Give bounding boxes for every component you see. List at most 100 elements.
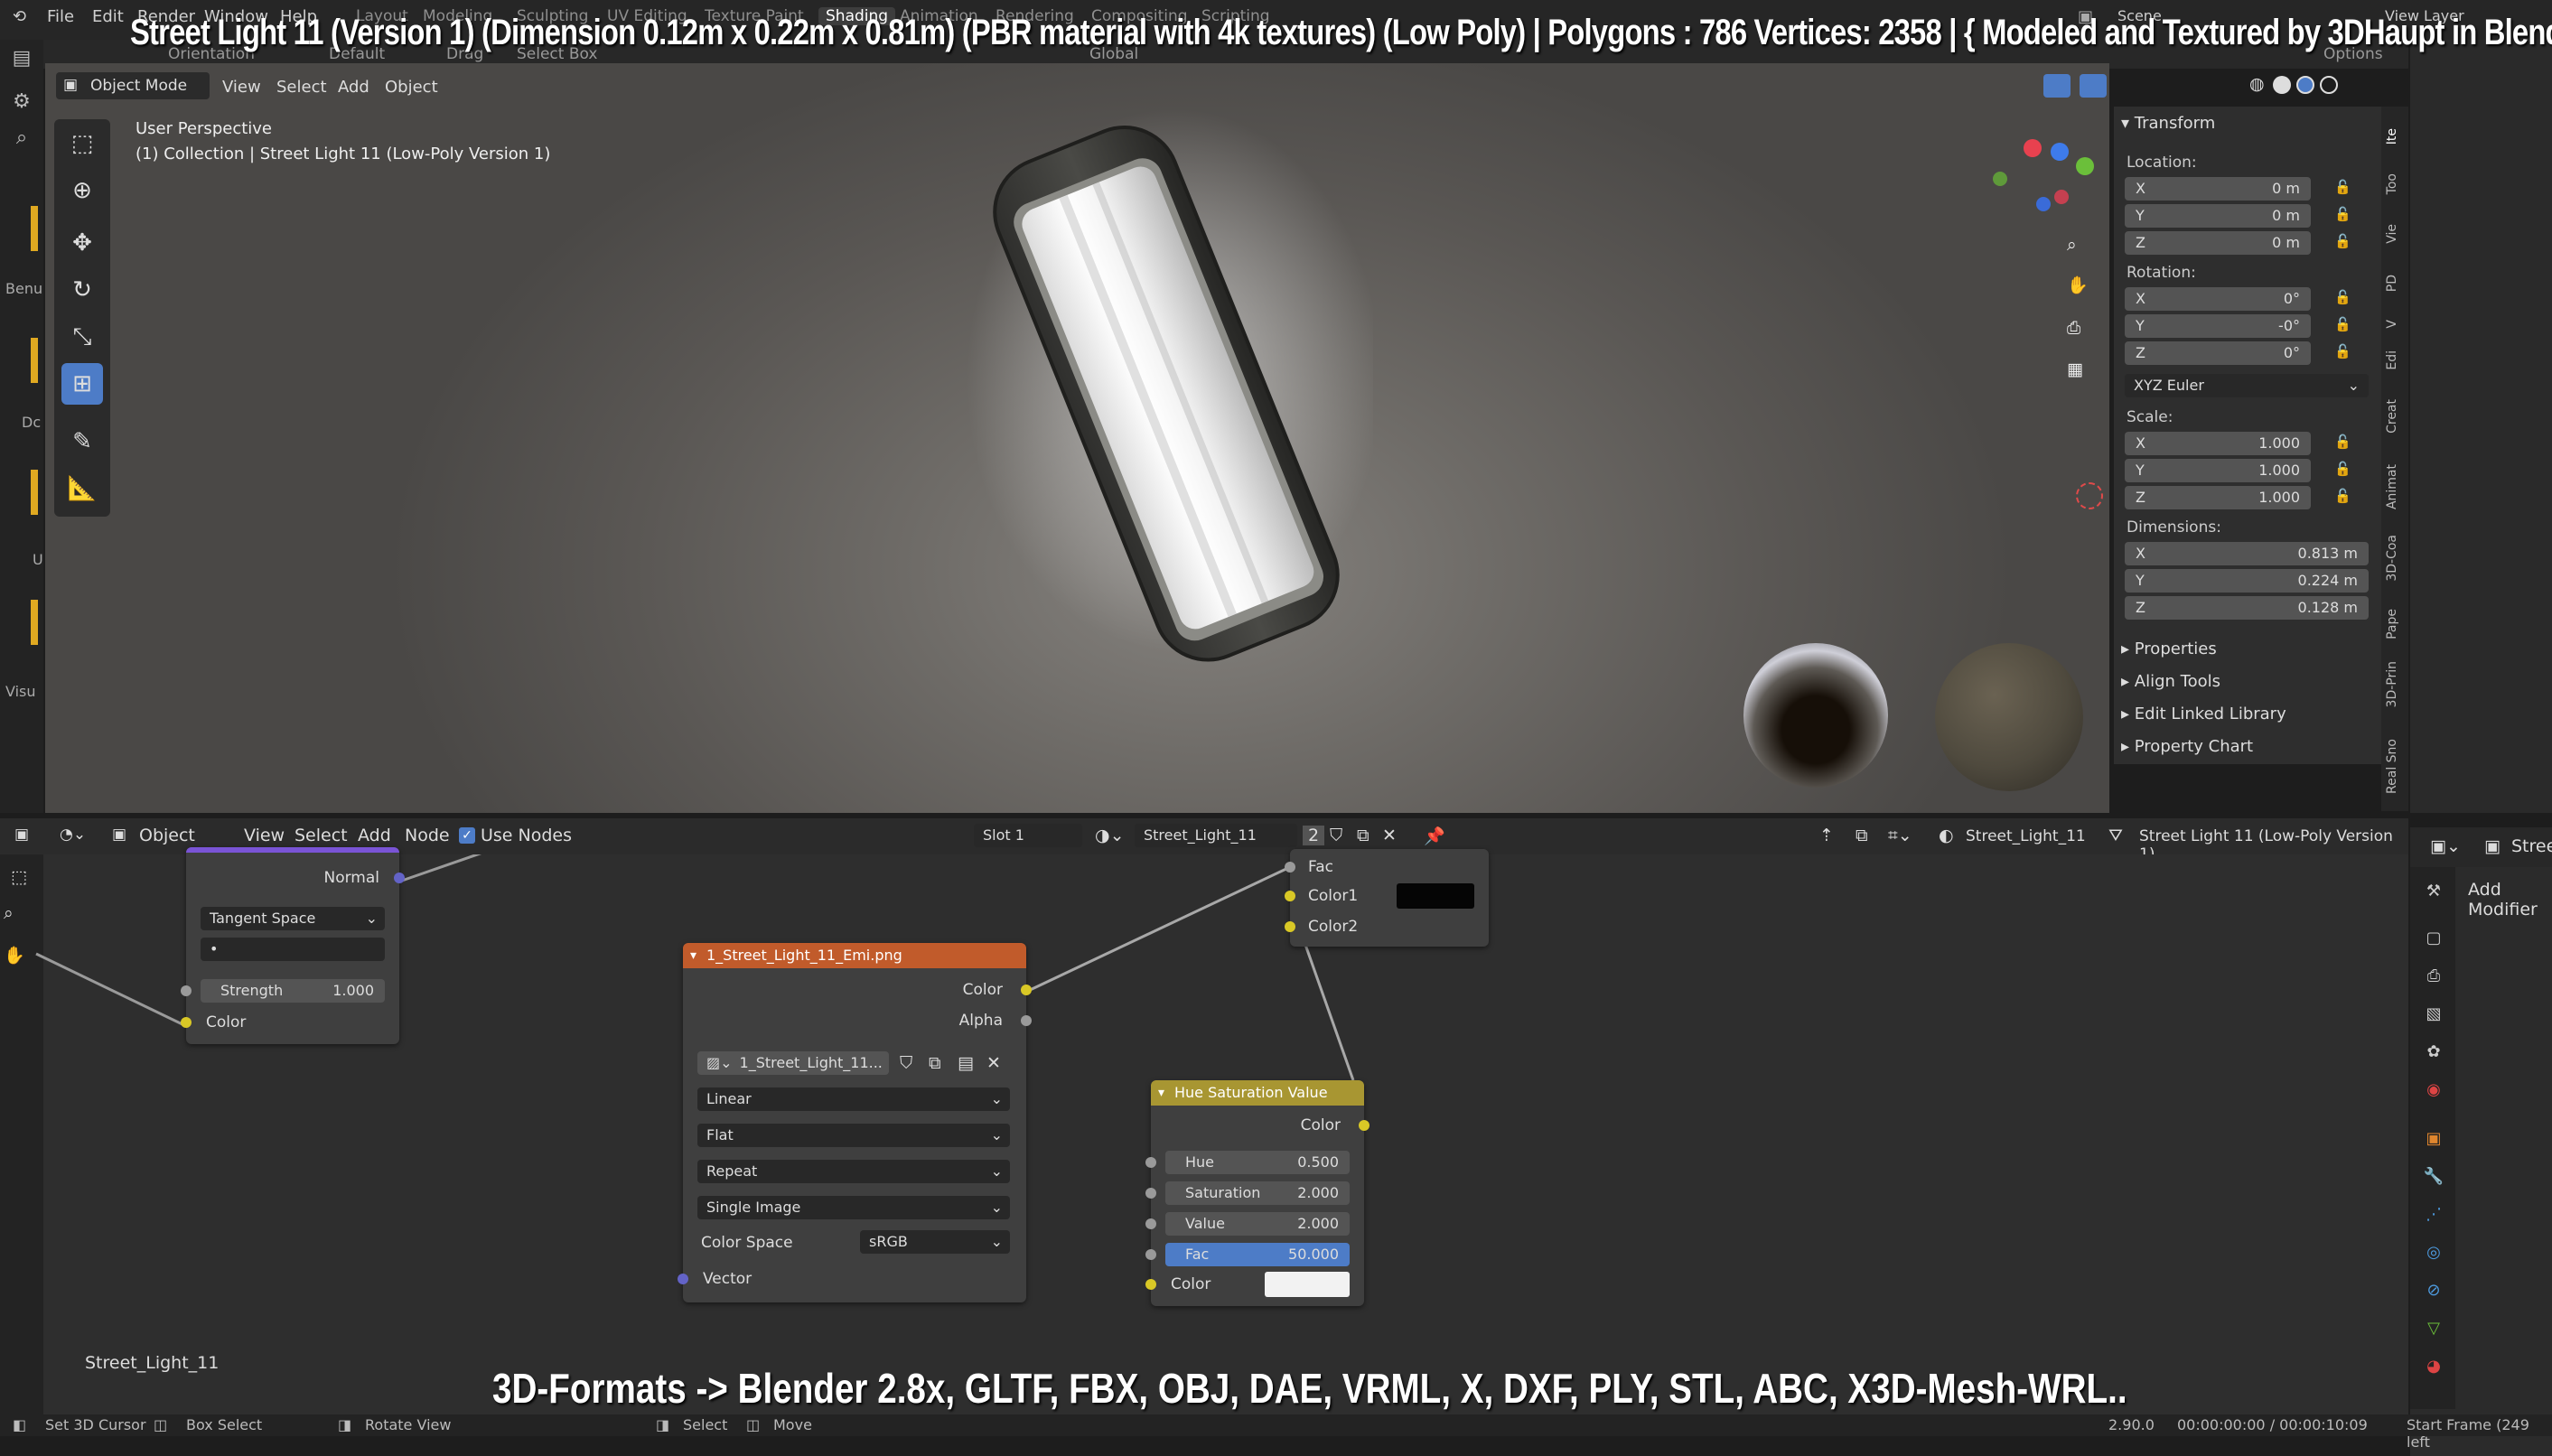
- viewport-menu-object[interactable]: Object: [385, 78, 438, 97]
- axis-neg-y-icon[interactable]: [1993, 172, 2007, 186]
- dimension-y-field[interactable]: Y 0.224 m: [2125, 569, 2369, 593]
- strength-input-socket[interactable]: [181, 985, 192, 996]
- output-tab-icon[interactable]: ⎙: [2423, 966, 2444, 988]
- transform-tool-icon[interactable]: ⊞: [61, 363, 103, 405]
- uv-map-field[interactable]: •: [201, 938, 385, 961]
- search-icon[interactable]: ⌕: [9, 126, 34, 152]
- viewport-menu-view[interactable]: View: [222, 78, 261, 97]
- particles-tab-icon[interactable]: ⋰: [2423, 1205, 2444, 1227]
- color-output-socket[interactable]: [1021, 985, 1032, 995]
- fake-user-icon[interactable]: ⛉: [900, 1053, 912, 1073]
- new-image-icon[interactable]: ⧉: [929, 1053, 941, 1073]
- material-preview-icon[interactable]: [2296, 76, 2314, 94]
- axis-z-icon[interactable]: [2051, 143, 2069, 161]
- lock-icon[interactable]: 🔓: [2334, 289, 2351, 305]
- constraints-tab-icon[interactable]: ⊘: [2423, 1281, 2444, 1302]
- tab-animation[interactable]: Animat: [2385, 464, 2399, 509]
- menu-edit[interactable]: Edit: [92, 7, 124, 26]
- property-chart-section[interactable]: ▸ Property Chart: [2121, 737, 2253, 756]
- move-tool-icon[interactable]: ✥: [61, 222, 103, 264]
- normal-map-node[interactable]: Normal Tangent Space ⌄ • Strength 1.000 Co…: [181, 847, 405, 1044]
- duplicate-material-icon[interactable]: ⧉: [1357, 826, 1369, 845]
- image-datablock-field[interactable]: ▨⌄ 1_Street_Light_11...: [697, 1051, 889, 1075]
- backdrop-icon[interactable]: ⌗⌄: [1888, 826, 1912, 845]
- location-x-field[interactable]: X 0 m: [2125, 177, 2311, 201]
- scale-tool-icon[interactable]: ⤡: [61, 316, 103, 358]
- tab-create[interactable]: Creat: [2385, 399, 2399, 434]
- lock-icon[interactable]: 🔓: [2334, 206, 2351, 222]
- rotation-mode-dropdown[interactable]: XYZ Euler ⌄: [2125, 374, 2369, 397]
- mix-rgb-node[interactable]: Fac Color1 Color2: [1285, 849, 1489, 947]
- value-input-socket[interactable]: [1145, 1218, 1156, 1229]
- rotation-y-field[interactable]: Y -0°: [2125, 314, 2311, 338]
- dimension-x-field[interactable]: X 0.813 m: [2125, 542, 2369, 565]
- material-tab-icon[interactable]: ◕: [2423, 1357, 2444, 1378]
- normal-output-socket[interactable]: [394, 873, 405, 883]
- extension-dropdown[interactable]: Repeat ⌄: [697, 1160, 1010, 1183]
- lock-icon[interactable]: 🔓: [2334, 434, 2351, 450]
- rotation-x-field[interactable]: X 0°: [2125, 287, 2311, 311]
- rendered-shading-icon[interactable]: [2320, 76, 2338, 94]
- color2-input-socket[interactable]: [1285, 921, 1295, 932]
- tab-3d-print[interactable]: 3D-Prin: [2385, 661, 2399, 707]
- space-dropdown[interactable]: Tangent Space ⌄: [201, 907, 385, 930]
- cursor-tool-icon[interactable]: ⊕: [61, 170, 103, 211]
- data-tab-icon[interactable]: ▽: [2423, 1319, 2444, 1340]
- strength-field[interactable]: Strength 1.000: [201, 979, 385, 1003]
- tab-pd[interactable]: PD: [2385, 275, 2399, 292]
- hsv-color-input-socket[interactable]: [1145, 1279, 1156, 1290]
- settings-icon[interactable]: ⚙: [9, 90, 34, 116]
- wireframe-shading-icon[interactable]: ◍: [2249, 74, 2265, 94]
- select-tool-icon[interactable]: ⬚: [61, 123, 103, 164]
- tab-paper[interactable]: Pape: [2385, 609, 2399, 639]
- fac-input-socket[interactable]: [1145, 1249, 1156, 1260]
- fac-input-socket[interactable]: [1285, 862, 1295, 873]
- node-menu-select[interactable]: Select: [294, 826, 348, 845]
- properties-object-name[interactable]: Stree: [2511, 836, 2552, 856]
- street-light-model[interactable]: [958, 108, 1373, 668]
- properties-editor-icon[interactable]: ▣⌄: [2430, 836, 2461, 856]
- node-menu-add[interactable]: Add: [358, 826, 391, 845]
- tab-tool[interactable]: Too: [2385, 173, 2399, 194]
- editor-type-icon[interactable]: ▣: [14, 826, 29, 844]
- ortho-toggle-icon[interactable]: ▦: [2067, 359, 2083, 379]
- edit-linked-library-section[interactable]: ▸ Edit Linked Library: [2121, 705, 2286, 723]
- dimension-z-field[interactable]: Z 0.128 m: [2125, 596, 2369, 620]
- image-node-header[interactable]: 1_Street_Light_11_Emi.png: [683, 943, 1026, 968]
- tab-view[interactable]: Vie: [2385, 224, 2399, 244]
- object-tab-icon[interactable]: ▣: [2423, 1129, 2444, 1151]
- scale-x-field[interactable]: X 1.000: [2125, 432, 2311, 455]
- physics-tab-icon[interactable]: ◎: [2423, 1243, 2444, 1265]
- use-nodes-checkbox[interactable]: ✓: [459, 827, 475, 844]
- tool-tab-icon[interactable]: ⚒: [2423, 882, 2444, 903]
- align-tools-section[interactable]: ▸ Align Tools: [2121, 672, 2220, 691]
- annotate-tool-icon[interactable]: ✎: [61, 421, 103, 462]
- solid-shading-icon[interactable]: [2273, 76, 2291, 94]
- unlink-image-icon[interactable]: ✕: [986, 1053, 1001, 1073]
- location-z-field[interactable]: Z 0 m: [2125, 231, 2311, 255]
- object-name-label[interactable]: Street_Light_11: [1966, 827, 2086, 845]
- projection-dropdown[interactable]: Flat ⌄: [697, 1124, 1010, 1147]
- lock-icon[interactable]: 🔓: [2334, 179, 2351, 195]
- snap-icon[interactable]: ⧉: [1856, 826, 1868, 845]
- color1-input-socket[interactable]: [1285, 891, 1295, 901]
- material-name-field[interactable]: Street_Light_11: [1135, 824, 1297, 847]
- color-input-socket[interactable]: [181, 1017, 192, 1028]
- navigation-gizmo[interactable]: [1987, 135, 2096, 226]
- shader-type-icon[interactable]: ◔⌄: [60, 826, 86, 844]
- image-browse-icon[interactable]: ▨⌄: [706, 1054, 733, 1071]
- view-layer-tab-icon[interactable]: ▧: [2423, 1004, 2444, 1026]
- saturation-field[interactable]: Saturation 2.000: [1165, 1181, 1350, 1205]
- image-texture-node[interactable]: 1_Street_Light_11_Emi.png ▾ Color Alpha …: [678, 943, 1032, 1302]
- axis-neg-x-icon[interactable]: [2054, 190, 2069, 204]
- viewport-menu-select[interactable]: Select: [276, 78, 327, 97]
- lock-icon[interactable]: 🔓: [2334, 316, 2351, 332]
- material-browse-icon[interactable]: ◑⌄: [1095, 826, 1125, 845]
- collapse-icon[interactable]: ▾: [1158, 1086, 1164, 1100]
- tab-v[interactable]: V: [2385, 320, 2399, 329]
- axis-neg-z-icon[interactable]: [2036, 197, 2051, 211]
- tab-3d-coat[interactable]: 3D-Coa: [2385, 535, 2399, 582]
- tab-real-snow[interactable]: Real Sno: [2385, 739, 2399, 794]
- material-slot-dropdown[interactable]: Slot 1: [974, 824, 1082, 847]
- hsv-color-swatch[interactable]: [1265, 1272, 1350, 1297]
